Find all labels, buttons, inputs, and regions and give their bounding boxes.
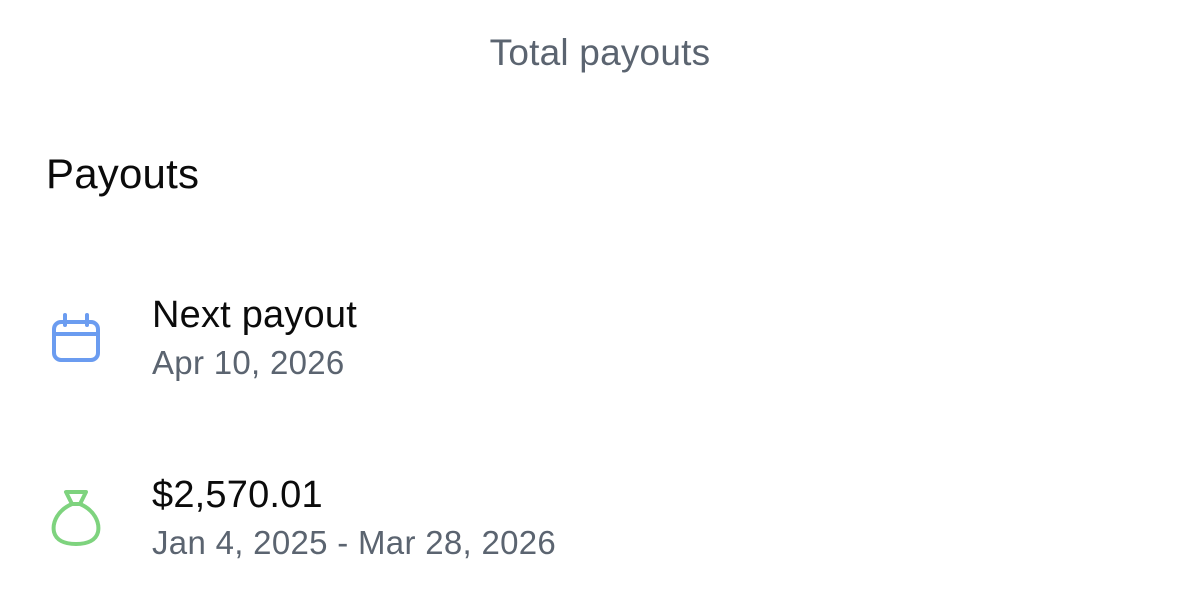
next-payout-row: Next payout Apr 10, 2026	[0, 290, 1200, 400]
next-payout-date: Apr 10, 2026	[152, 344, 345, 381]
money-bag-icon	[48, 486, 104, 546]
page-title: Total payouts	[489, 32, 711, 73]
next-payout-label: Next payout	[152, 294, 357, 336]
total-payout-amount: $2,570.01	[152, 474, 323, 516]
calendar-icon	[48, 310, 104, 366]
total-payout-date-range: Jan 4, 2025 - Mar 28, 2026	[152, 524, 557, 561]
payouts-section-title: Payouts	[46, 150, 200, 197]
total-payout-row: $2,570.01 Jan 4, 2025 - Mar 28, 2026	[0, 470, 1200, 580]
payouts-screen: Total payouts Payouts Next payout Apr 10…	[0, 0, 1200, 602]
